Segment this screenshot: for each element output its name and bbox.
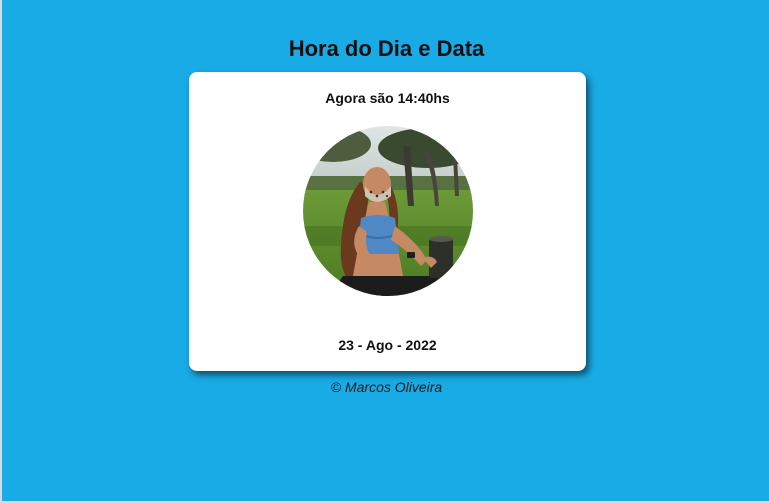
time-of-day-photo bbox=[303, 126, 473, 296]
footer-copyright: © Marcos Oliveira bbox=[330, 379, 443, 395]
date-message: 23 - Ago - 2022 bbox=[338, 337, 437, 353]
time-message: Agora são 14:40hs bbox=[325, 90, 450, 106]
time-card: Agora são 14:40hs 23 - Ago - 2022 bbox=[189, 72, 586, 371]
page-title: Hora do Dia e Data bbox=[288, 36, 485, 61]
